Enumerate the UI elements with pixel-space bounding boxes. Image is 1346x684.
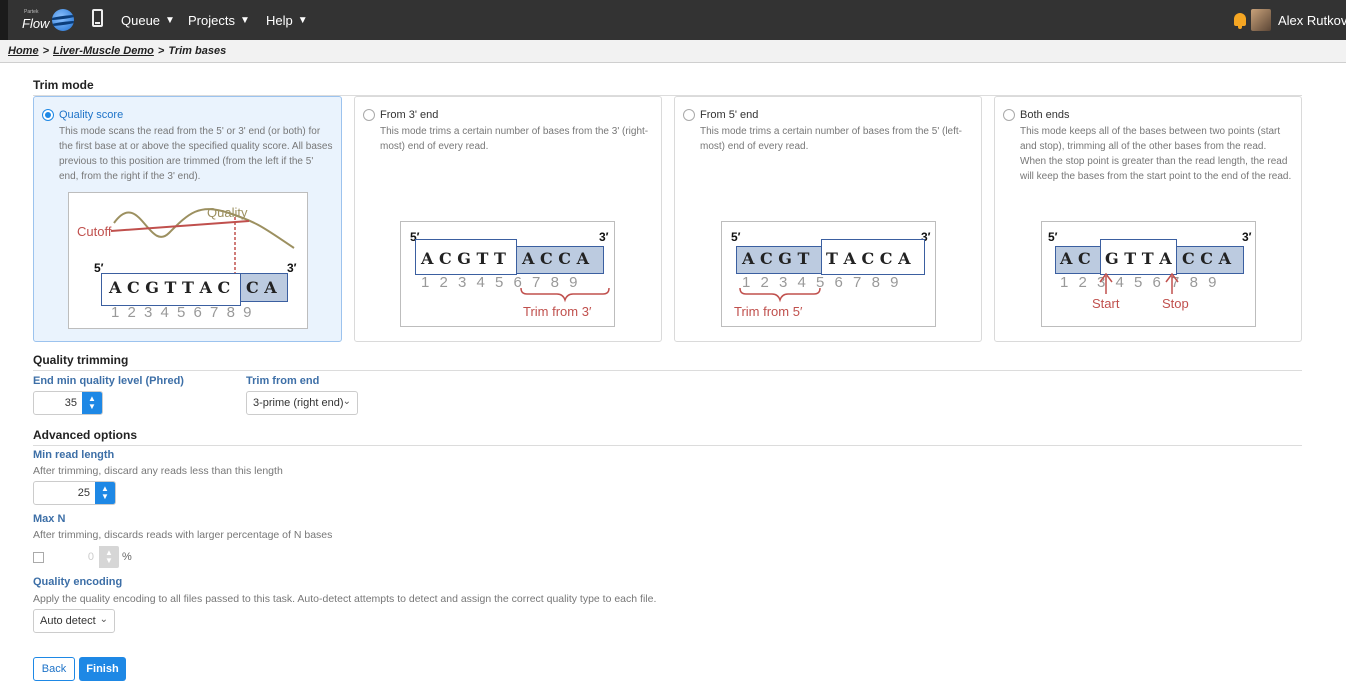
breadcrumb-current: Trim bases bbox=[168, 45, 227, 57]
user-name: Alex Rutkovsky bbox=[1278, 12, 1346, 28]
stepper-buttons[interactable]: ▲ ▼ bbox=[95, 482, 115, 504]
card-description: This mode keeps all of the bases between… bbox=[1020, 126, 1292, 182]
card-title: From 5' end bbox=[700, 109, 759, 121]
breadcrumb-sep: > bbox=[157, 45, 165, 57]
from-5-end-radio[interactable] bbox=[683, 109, 695, 121]
both-ends-radio[interactable] bbox=[1003, 109, 1015, 121]
min-quality-value[interactable]: 35 bbox=[34, 392, 82, 414]
chevron-down-icon: ▼ bbox=[297, 14, 308, 26]
logo-small-text: Partek bbox=[24, 9, 39, 15]
three-prime-label: 3′ bbox=[287, 261, 297, 275]
back-button[interactable]: Back bbox=[33, 657, 75, 681]
quality-encoding-select[interactable]: Auto detect ⌄ bbox=[33, 609, 115, 633]
quality-encoding-help: Apply the quality encoding to all files … bbox=[33, 593, 657, 605]
start-stop-arrows-graphic bbox=[1099, 272, 1179, 294]
breadcrumb-home[interactable]: Home bbox=[8, 45, 39, 57]
breadcrumb-sep: > bbox=[42, 45, 49, 57]
nav-help-label: Help bbox=[266, 12, 293, 28]
both-ends-diagram: 5′ 3′ A C G T T A C C A 1 2 3 4 5 6 7 8 … bbox=[1041, 221, 1256, 327]
quality-encoding-value: Auto detect bbox=[40, 615, 96, 627]
mode-card-both-ends[interactable]: Both ends This mode keeps all of the bas… bbox=[994, 96, 1302, 342]
trim-from-3-label: Trim from 3′ bbox=[523, 304, 592, 319]
card-description: This mode scans the read from the 5' or … bbox=[59, 126, 333, 182]
breadcrumb-project[interactable]: Liver-Muscle Demo bbox=[53, 45, 154, 57]
chevron-down-icon[interactable]: ▼ bbox=[101, 493, 109, 501]
base-positions: 1 2 3 4 5 6 7 8 9 bbox=[111, 304, 254, 321]
start-label: Start bbox=[1092, 296, 1120, 311]
min-quality-stepper[interactable]: 35 ▲ ▼ bbox=[33, 391, 103, 415]
flow-logo[interactable]: Partek Flow bbox=[16, 6, 78, 34]
trim-from-5-label: Trim from 5′ bbox=[734, 304, 803, 319]
stop-label: Stop bbox=[1162, 296, 1189, 311]
card-title: Both ends bbox=[1020, 109, 1070, 121]
nav-help[interactable]: Help ▼ bbox=[266, 0, 308, 40]
mode-card-from-3-end[interactable]: From 3' end This mode trims a certain nu… bbox=[354, 96, 662, 342]
page: Partek Flow Queue ▼ Projects ▼ Help ▼ Al… bbox=[0, 0, 1346, 684]
chevron-down-icon[interactable]: ▼ bbox=[105, 557, 113, 565]
nav-queue[interactable]: Queue ▼ bbox=[121, 0, 175, 40]
quality-score-radio[interactable] bbox=[42, 109, 54, 121]
logo-word: Flow bbox=[22, 16, 50, 31]
stepper-buttons[interactable]: ▲ ▼ bbox=[99, 546, 119, 568]
max-n-value[interactable]: 0 bbox=[67, 546, 99, 568]
trim-mode-heading: Trim mode bbox=[33, 78, 1302, 96]
avatar[interactable] bbox=[1251, 9, 1271, 31]
quality-trimming-heading: Quality trimming bbox=[33, 353, 1302, 371]
min-read-length-help: After trimming, discard any reads less t… bbox=[33, 465, 283, 477]
chevron-down-icon: ⌄ bbox=[99, 614, 108, 625]
mode-card-quality-score[interactable]: Quality score This mode scans the read f… bbox=[33, 96, 342, 342]
nav-projects-label: Projects bbox=[188, 12, 235, 28]
chevron-down-icon: ▼ bbox=[239, 14, 250, 26]
max-n-checkbox[interactable] bbox=[33, 552, 44, 563]
cutoff-label: Cutoff bbox=[77, 224, 112, 239]
card-description: This mode trims a certain number of base… bbox=[700, 126, 963, 152]
sequence-trimmed: C A bbox=[246, 278, 277, 297]
min-read-length-label: Min read length bbox=[33, 449, 115, 461]
finish-button[interactable]: Finish bbox=[79, 657, 126, 681]
quality-label: Quality bbox=[207, 205, 248, 220]
max-n-stepper[interactable]: 0 ▲ ▼ bbox=[66, 545, 120, 569]
max-n-unit: % bbox=[122, 551, 132, 563]
max-n-help: After trimming, discards reads with larg… bbox=[33, 529, 333, 541]
card-title: From 3' end bbox=[380, 109, 439, 121]
min-read-length-value[interactable]: 25 bbox=[34, 482, 95, 504]
chevron-down-icon: ▼ bbox=[165, 14, 175, 26]
chevron-down-icon[interactable]: ▼ bbox=[88, 403, 96, 411]
card-description: This mode trims a certain number of base… bbox=[380, 126, 649, 152]
min-read-length-stepper[interactable]: 25 ▲ ▼ bbox=[33, 481, 116, 505]
advanced-options-heading: Advanced options bbox=[33, 428, 1302, 446]
nav-projects[interactable]: Projects ▼ bbox=[188, 0, 250, 40]
from-5-end-diagram: 5′ 3′ A C G T T A C C A 1 2 3 4 5 6 7 8 … bbox=[721, 221, 936, 327]
phone-icon[interactable] bbox=[92, 9, 103, 27]
chevron-down-icon: ⌄ bbox=[342, 396, 351, 407]
mode-card-from-5-end[interactable]: From 5' end This mode trims a certain nu… bbox=[674, 96, 982, 342]
bell-icon[interactable] bbox=[1234, 13, 1246, 29]
min-quality-label: End min quality level (Phred) bbox=[33, 375, 184, 387]
user-menu[interactable]: Alex Rutkovsky ▼ bbox=[1278, 0, 1346, 40]
card-title: Quality score bbox=[59, 109, 124, 121]
trim-from-end-value: 3-prime (right end) bbox=[253, 397, 344, 409]
globe-icon bbox=[52, 9, 74, 31]
from-3-end-radio[interactable] bbox=[363, 109, 375, 121]
nav-queue-label: Queue bbox=[121, 12, 161, 28]
quality-encoding-label: Quality encoding bbox=[33, 576, 123, 588]
trim-from-end-label: Trim from end bbox=[246, 375, 320, 387]
trim-from-end-select[interactable]: 3-prime (right end) ⌄ bbox=[246, 391, 358, 415]
max-n-label: Max N bbox=[33, 513, 66, 525]
stepper-buttons[interactable]: ▲ ▼ bbox=[82, 392, 102, 414]
quality-score-diagram: Quality Cutoff 5′ 3′ A C G T T A C C A 1… bbox=[68, 192, 308, 329]
sequence-kept: A C G T T A C bbox=[109, 278, 231, 297]
breadcrumb: Home > Liver-Muscle Demo > Trim bases bbox=[0, 40, 1346, 63]
top-navbar: Partek Flow Queue ▼ Projects ▼ Help ▼ Al… bbox=[0, 0, 1346, 40]
from-3-end-diagram: 5′ 3′ A C G T T A C C A 1 2 3 4 5 6 7 8 … bbox=[400, 221, 615, 327]
